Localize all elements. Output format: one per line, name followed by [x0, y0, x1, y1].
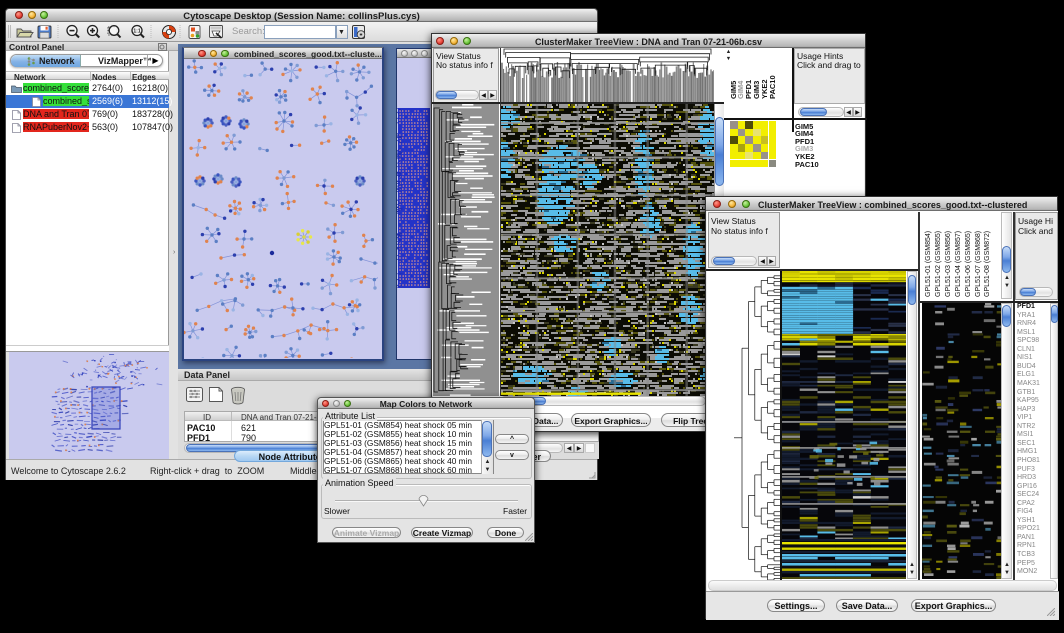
svg-text:1:1: 1:1 — [133, 29, 140, 35]
